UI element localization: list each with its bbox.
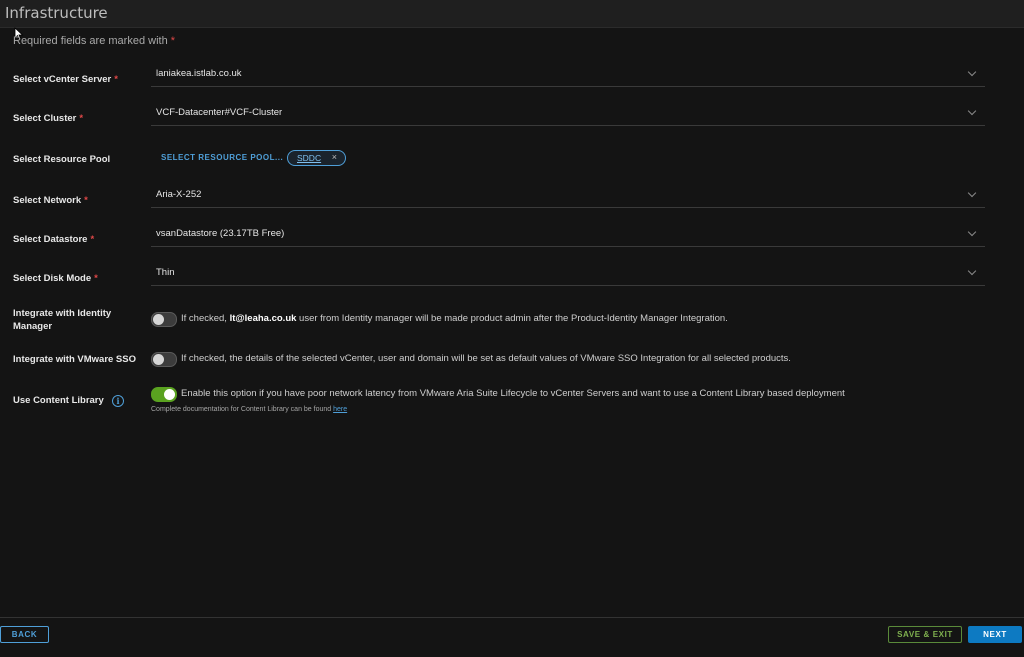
toggle-knob: [153, 314, 164, 325]
cluster-value: VCF-Datacenter#VCF-Cluster: [156, 107, 283, 118]
content-library-doc-note: Complete documentation for Content Libra…: [151, 406, 348, 413]
required-fields-note: Required fields are marked with *: [13, 35, 175, 47]
identity-manager-toggle[interactable]: [151, 312, 177, 327]
chevron-down-icon: [967, 106, 977, 116]
chip-label[interactable]: SDDC: [297, 153, 321, 163]
back-button[interactable]: BACK: [0, 626, 49, 643]
disk-mode-value: Thin: [156, 267, 175, 278]
sso-description: If checked, the details of the selected …: [181, 353, 791, 364]
datastore-value: vsanDatastore (23.17TB Free): [156, 228, 285, 239]
toggle-knob: [164, 389, 175, 400]
content-library-label: Use Content Library: [13, 395, 104, 406]
content-library-description: Enable this option if you have poor netw…: [181, 388, 845, 399]
disk-mode-label: Select Disk Mode *: [13, 273, 98, 284]
page-title: Infrastructure: [5, 4, 108, 22]
select-resource-pool-button[interactable]: SELECT RESOURCE POOL...: [161, 153, 283, 162]
vcenter-label: Select vCenter Server *: [13, 74, 118, 85]
disk-mode-select[interactable]: Thin: [151, 263, 985, 286]
toggle-knob: [153, 354, 164, 365]
documentation-link[interactable]: here: [333, 406, 347, 413]
datastore-select[interactable]: vsanDatastore (23.17TB Free): [151, 224, 985, 247]
chevron-down-icon: [967, 188, 977, 198]
close-icon[interactable]: ×: [332, 152, 337, 162]
save-exit-button[interactable]: SAVE & EXIT: [888, 626, 962, 643]
datastore-label: Select Datastore *: [13, 234, 95, 245]
chevron-down-icon: [967, 266, 977, 276]
next-button[interactable]: NEXT: [968, 626, 1022, 643]
vcenter-value: laniakea.istlab.co.uk: [156, 68, 242, 79]
footer-bar: [0, 617, 1024, 657]
required-star: *: [170, 35, 175, 47]
sso-label: Integrate with VMware SSO: [13, 354, 136, 365]
content-library-toggle[interactable]: [151, 387, 177, 402]
info-icon[interactable]: i: [112, 395, 124, 407]
identity-manager-label: Integrate with Identity Manager: [13, 308, 112, 332]
resource-pool-label: Select Resource Pool: [13, 154, 111, 165]
cluster-select[interactable]: VCF-Datacenter#VCF-Cluster: [151, 103, 985, 126]
cluster-label: Select Cluster *: [13, 113, 84, 124]
resource-pool-chip: SDDC ×: [287, 150, 346, 166]
network-select[interactable]: Aria-X-252: [151, 185, 985, 208]
sso-toggle[interactable]: [151, 352, 177, 367]
title-bar: Infrastructure: [0, 0, 1024, 28]
identity-manager-description: If checked, lt@leaha.co.uk user from Ide…: [181, 313, 728, 324]
network-label: Select Network *: [13, 195, 88, 206]
chevron-down-icon: [967, 227, 977, 237]
chevron-down-icon: [967, 67, 977, 77]
vcenter-select[interactable]: laniakea.istlab.co.uk: [151, 64, 985, 87]
identity-user: lt@leaha.co.uk: [229, 313, 297, 324]
network-value: Aria-X-252: [156, 189, 202, 200]
